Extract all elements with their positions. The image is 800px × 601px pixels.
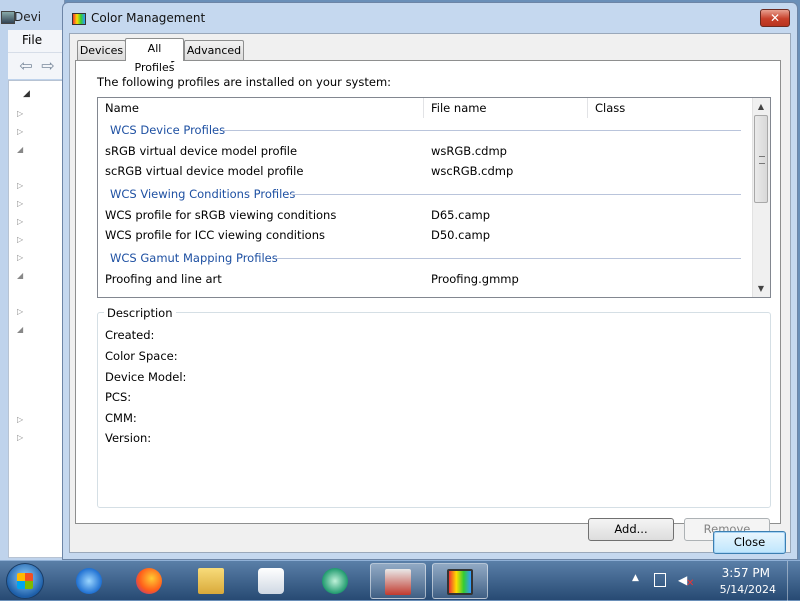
- taskbar-firefox[interactable]: [122, 563, 178, 599]
- device-model-label: Device Model:: [105, 370, 187, 384]
- folder-icon: [198, 568, 224, 594]
- group-divider: [276, 258, 741, 259]
- group-header: WCS Gamut Mapping Profiles: [110, 251, 278, 265]
- app-icon: [322, 568, 348, 594]
- created-label: Created:: [105, 328, 155, 342]
- device-manager-title: Devi: [14, 10, 42, 24]
- tree-expander-icon[interactable]: ▷: [17, 235, 57, 245]
- tree-expander-icon[interactable]: ▷: [17, 307, 57, 317]
- forward-arrow-icon[interactable]: ⇨: [38, 57, 58, 75]
- list-item[interactable]: Proofing and line art: [105, 272, 222, 286]
- version-label: Version:: [105, 431, 152, 445]
- tree-expander-icon[interactable]: ▷: [17, 199, 57, 209]
- firefox-icon: [136, 568, 162, 594]
- group-divider: [290, 194, 741, 195]
- muted-icon: ✕: [686, 578, 695, 589]
- tree-expander-icon[interactable]: ▷: [17, 109, 57, 119]
- media-player-icon: [258, 568, 284, 594]
- scroll-down-icon[interactable]: ▼: [753, 280, 769, 297]
- list-item-file: D65.camp: [431, 208, 491, 222]
- column-header-class[interactable]: Class: [588, 98, 755, 118]
- device-manager-toolbar: ⇦ ⇨: [8, 53, 64, 79]
- device-manager-window[interactable]: Devi File ⇦ ⇨ ◢ ▷ ▷ ◢ ▷ ▷ ▷ ▷ ▷ ◢ ▷ ◢ ▷ …: [0, 0, 65, 560]
- tab-all-profiles[interactable]: All Profiles: [125, 38, 184, 74]
- list-item-file: D50.camp: [431, 228, 491, 242]
- device-tree[interactable]: ◢ ▷ ▷ ◢ ▷ ▷ ▷ ▷ ▷ ◢ ▷ ◢ ▷ ▷: [8, 80, 64, 558]
- scrollbar-thumb[interactable]: [754, 115, 768, 203]
- tree-expander-icon[interactable]: ▷: [17, 217, 57, 227]
- network-icon[interactable]: [654, 573, 666, 587]
- color-management-dialog: Color Management ✕ Devices All Profiles …: [62, 2, 798, 560]
- column-header-name[interactable]: Name: [98, 98, 424, 118]
- taskbar-file-explorer[interactable]: [184, 563, 240, 599]
- system-tray: ▲ ◀ ✕ 3:57 PM 5/14/2024: [630, 561, 800, 601]
- group-header: WCS Device Profiles: [110, 123, 226, 137]
- list-item[interactable]: WCS profile for ICC viewing conditions: [105, 228, 325, 242]
- color-space-label: Color Space:: [105, 349, 178, 363]
- tab-advanced[interactable]: Advanced: [184, 40, 244, 60]
- description-group: Description Created: Color Space: Device…: [97, 306, 771, 508]
- column-header-file-name[interactable]: File name: [424, 98, 588, 118]
- show-hidden-icons-icon[interactable]: ▲: [632, 573, 639, 583]
- tree-expander-icon[interactable]: ▷: [17, 433, 57, 443]
- start-button[interactable]: [6, 563, 44, 599]
- pcs-label: PCS:: [105, 390, 132, 404]
- grip-icon: [759, 156, 765, 164]
- tree-root-expander-icon[interactable]: ◢: [23, 89, 63, 99]
- tree-expander-icon[interactable]: ◢: [17, 325, 57, 335]
- list-item[interactable]: scRGB virtual device model profile: [105, 164, 303, 178]
- tree-expander-icon[interactable]: ◢: [17, 145, 57, 155]
- taskbar-device-manager[interactable]: [370, 563, 426, 599]
- internet-explorer-icon: [76, 568, 102, 594]
- dialog-content: Devices All Profiles Advanced The follow…: [69, 33, 791, 554]
- taskbar-media-player[interactable]: [244, 563, 300, 599]
- list-item[interactable]: WCS profile for sRGB viewing conditions: [105, 208, 336, 222]
- back-arrow-icon[interactable]: ⇦: [16, 57, 36, 75]
- all-profiles-panel: The following profiles are installed on …: [75, 60, 781, 541]
- tree-expander-icon[interactable]: ◢: [17, 271, 57, 281]
- tree-expander-icon[interactable]: ▷: [17, 181, 57, 191]
- device-manager-icon: [1, 11, 15, 24]
- list-vertical-scrollbar[interactable]: ▲ ▼: [752, 98, 770, 297]
- titlebar-close-button[interactable]: ✕: [760, 9, 790, 27]
- color-management-taskbar-icon: [447, 569, 473, 595]
- tree-expander-icon[interactable]: ▷: [17, 127, 57, 137]
- list-item-file: wsRGB.cdmp: [431, 144, 507, 158]
- list-item[interactable]: sRGB virtual device model profile: [105, 144, 297, 158]
- clock-time[interactable]: 3:57 PM: [722, 566, 770, 580]
- close-button[interactable]: Close: [713, 531, 786, 554]
- profiles-list[interactable]: Name File name Class WCS Device Profiles…: [97, 97, 771, 298]
- taskbar-internet-explorer[interactable]: [62, 563, 118, 599]
- cmm-label: CMM:: [105, 411, 137, 425]
- tree-expander-icon[interactable]: ▷: [17, 415, 57, 425]
- menu-file[interactable]: File: [22, 33, 42, 47]
- description-legend: Description: [104, 306, 176, 320]
- installed-profiles-label: The following profiles are installed on …: [97, 75, 392, 89]
- show-desktop-button[interactable]: [787, 561, 800, 601]
- dialog-titlebar[interactable]: Color Management ✕: [63, 3, 797, 33]
- tree-expander-icon[interactable]: ▷: [17, 253, 57, 263]
- color-management-icon: [72, 13, 86, 25]
- tab-devices[interactable]: Devices: [77, 40, 126, 60]
- taskbar-color-management[interactable]: [432, 563, 488, 599]
- add-button[interactable]: Add...: [588, 518, 674, 541]
- device-manager-menubar: File: [8, 30, 64, 53]
- group-header: WCS Viewing Conditions Profiles: [110, 187, 296, 201]
- windows-logo-icon: [17, 573, 33, 589]
- list-item-file: Proofing.gmmp: [431, 272, 519, 286]
- clock-date[interactable]: 5/14/2024: [720, 583, 776, 596]
- taskbar: ▲ ◀ ✕ 3:57 PM 5/14/2024: [0, 560, 800, 601]
- list-item-file: wscRGB.cdmp: [431, 164, 514, 178]
- group-divider: [223, 130, 741, 131]
- taskbar-app[interactable]: [308, 563, 364, 599]
- scroll-up-icon[interactable]: ▲: [753, 98, 769, 115]
- dialog-title: Color Management: [91, 11, 206, 25]
- device-manager-taskbar-icon: [385, 569, 411, 595]
